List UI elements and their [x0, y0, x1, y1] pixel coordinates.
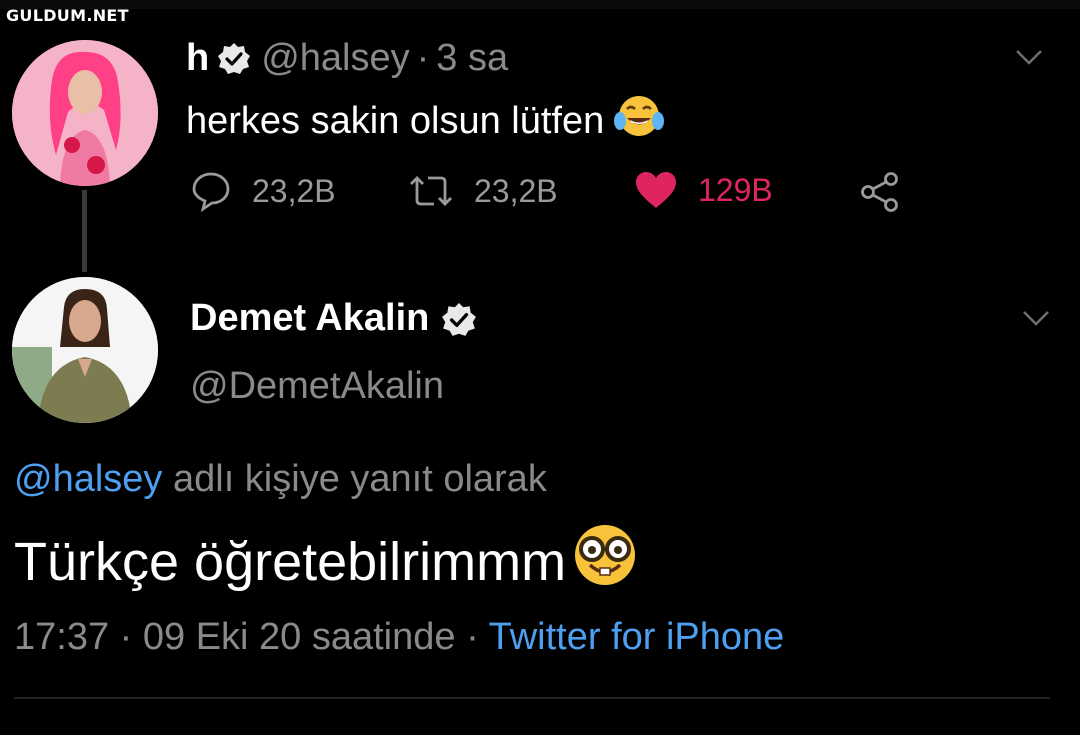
reply-author-name: Demet Akalin [190, 297, 485, 340]
chevron-down-icon[interactable] [1022, 309, 1050, 327]
tweet-source-link[interactable]: Twitter for iPhone [489, 616, 785, 658]
replying-to-line: @halsey adlı kişiye yanıt olarak [14, 458, 547, 501]
top-border [0, 0, 1080, 9]
share-icon [861, 172, 898, 212]
tweet-metadata: 17:37 · 09 Eki 20 saatinde · Twitter for… [14, 616, 784, 659]
reply-button[interactable]: 23,2B [190, 170, 336, 212]
reply-tweet-body: Türkçe öğretebilrimmm [14, 531, 567, 592]
share-button[interactable] [858, 170, 922, 214]
retweet-icon [410, 176, 452, 206]
parent-tweet-header: h @halsey · 3 sa [186, 37, 508, 80]
chevron-down-icon[interactable] [1015, 48, 1043, 66]
tweet-actions: 23,2B 23,2B 129B [186, 170, 906, 220]
halsey-avatar[interactable] [12, 40, 158, 186]
like-button[interactable]: 129B [634, 170, 773, 210]
like-count: 129B [698, 171, 773, 208]
reply-to-label: adlı kişiye yanıt olarak [162, 458, 547, 500]
parent-author-name[interactable]: h [186, 37, 209, 80]
watermark-logo: GULDUM.NET [6, 6, 129, 25]
reply-author-handle[interactable]: @DemetAkalin [190, 365, 444, 408]
retweet-button[interactable]: 23,2B [408, 170, 558, 212]
header-separator: · [416, 37, 430, 79]
meta-separator: · [455, 616, 489, 658]
tweet-timestamp[interactable]: 17:37 · 09 Eki 20 saatinde [14, 616, 456, 658]
parent-tweet-time[interactable]: 3 sa [436, 37, 508, 80]
thread-connector-line [82, 190, 87, 272]
parent-tweet-body: herkes sakin olsun lütfen [186, 99, 605, 142]
face-with-tears-of-joy-icon [614, 93, 665, 149]
heart-icon [636, 172, 676, 208]
demet-akalin-avatar[interactable] [12, 277, 158, 423]
reply-count: 23,2B [252, 172, 336, 209]
reply-tweet-text: Türkçe öğretebilrimmm [14, 523, 640, 600]
parent-author-handle[interactable]: @halsey [261, 37, 409, 80]
reply-author-name-text[interactable]: Demet Akalin [190, 297, 429, 340]
divider [14, 697, 1050, 699]
verified-badge-icon [217, 42, 251, 76]
comment-icon [192, 172, 230, 212]
retweet-count: 23,2B [474, 172, 558, 209]
nerd-face-icon [570, 523, 640, 600]
reply-to-mention-link[interactable]: @halsey [14, 458, 162, 500]
parent-tweet-text: herkes sakin olsun lütfen [186, 93, 665, 149]
verified-badge-icon [441, 302, 477, 336]
